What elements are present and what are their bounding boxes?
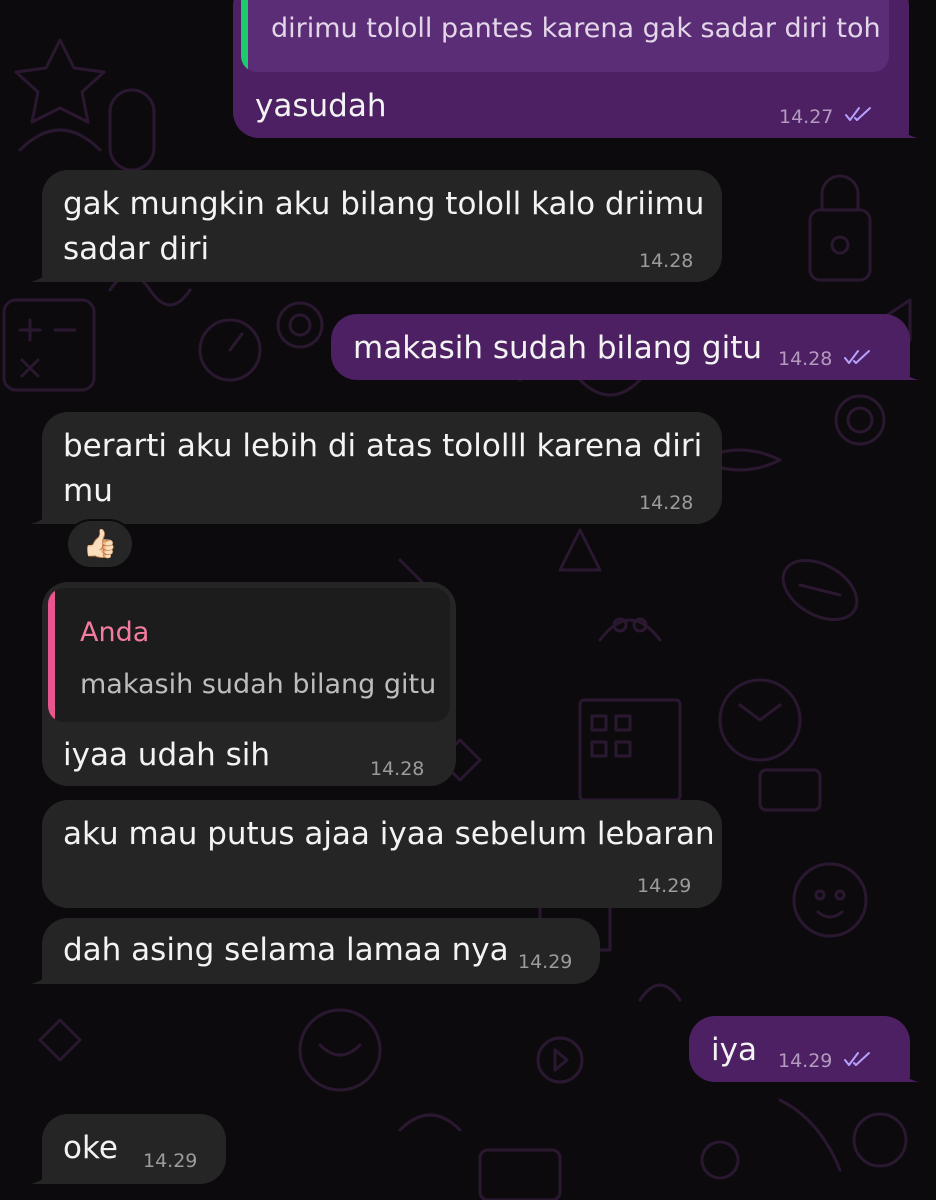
- quoted-message[interactable]: dirimu tololl pantes karena gak sadar di…: [241, 0, 889, 72]
- message-time: 14.28: [639, 492, 694, 514]
- message-text: dah asing selama lamaa nya: [63, 932, 509, 968]
- message-time: 14.29: [518, 951, 573, 973]
- bubble-tail: [30, 260, 52, 282]
- message-text: yasudah: [255, 88, 387, 124]
- message-time: 14.29: [637, 875, 692, 897]
- message-time: 14.28: [639, 250, 694, 272]
- message-text: oke: [63, 1130, 118, 1166]
- message-incoming-gak-mungkin[interactable]: gak mungkin aku bilang tololl kalo driim…: [42, 170, 722, 282]
- bubble-tail: [897, 358, 919, 380]
- message-time: 14.29: [778, 1050, 833, 1072]
- message-incoming-aku-mau-putus[interactable]: aku mau putus ajaa iyaa sebelum lebaran …: [42, 800, 722, 908]
- message-outgoing-yasudah[interactable]: dirimu tololl pantes karena gak sadar di…: [233, 0, 909, 138]
- message-time: 14.29: [143, 1150, 198, 1172]
- bubble-tail: [30, 1162, 52, 1184]
- quoted-author: Anda: [80, 617, 150, 648]
- message-time: 14.28: [778, 348, 833, 370]
- message-time: 14.28: [370, 758, 425, 780]
- double-check-icon: [845, 107, 871, 121]
- message-text: iya: [711, 1032, 757, 1068]
- message-outgoing-makasih[interactable]: makasih sudah bilang gitu 14.28: [331, 314, 910, 380]
- quote-bar: [241, 0, 248, 72]
- message-text-line2: mu: [63, 473, 113, 509]
- double-check-icon: [844, 1052, 870, 1066]
- quote-bar: [48, 588, 55, 722]
- reaction-thumbs-up[interactable]: 👍🏻: [66, 519, 134, 569]
- bubble-tail: [30, 502, 52, 524]
- message-incoming-oke[interactable]: oke 14.29: [42, 1114, 226, 1184]
- message-text-line1: gak mungkin aku bilang tololl kalo driim…: [63, 186, 705, 222]
- quoted-text: makasih sudah bilang gitu: [80, 669, 437, 700]
- quoted-message[interactable]: Anda makasih sudah bilang gitu: [48, 588, 450, 722]
- bubble-tail: [30, 962, 52, 984]
- message-text-line2: sadar diri: [63, 231, 210, 267]
- message-text-line1: berarti aku lebih di atas tololll karena…: [63, 428, 703, 464]
- message-text: aku mau putus ajaa iyaa sebelum lebaran: [63, 816, 715, 852]
- message-outgoing-iya[interactable]: iya 14.29: [689, 1016, 910, 1082]
- bubble-tail: [897, 1060, 919, 1082]
- quoted-text: dirimu tololl pantes karena gak sadar di…: [271, 13, 881, 44]
- double-check-icon: [844, 350, 870, 364]
- message-time: 14.27: [779, 106, 834, 128]
- message-text: makasih sudah bilang gitu: [353, 330, 763, 366]
- message-incoming-iyaa-udah[interactable]: Anda makasih sudah bilang gitu iyaa udah…: [42, 582, 456, 786]
- bubble-tail: [896, 116, 918, 138]
- message-text: iyaa udah sih: [63, 737, 271, 773]
- message-incoming-berarti[interactable]: berarti aku lebih di atas tololll karena…: [42, 412, 722, 524]
- message-incoming-dah-asing[interactable]: dah asing selama lamaa nya 14.29: [42, 918, 600, 984]
